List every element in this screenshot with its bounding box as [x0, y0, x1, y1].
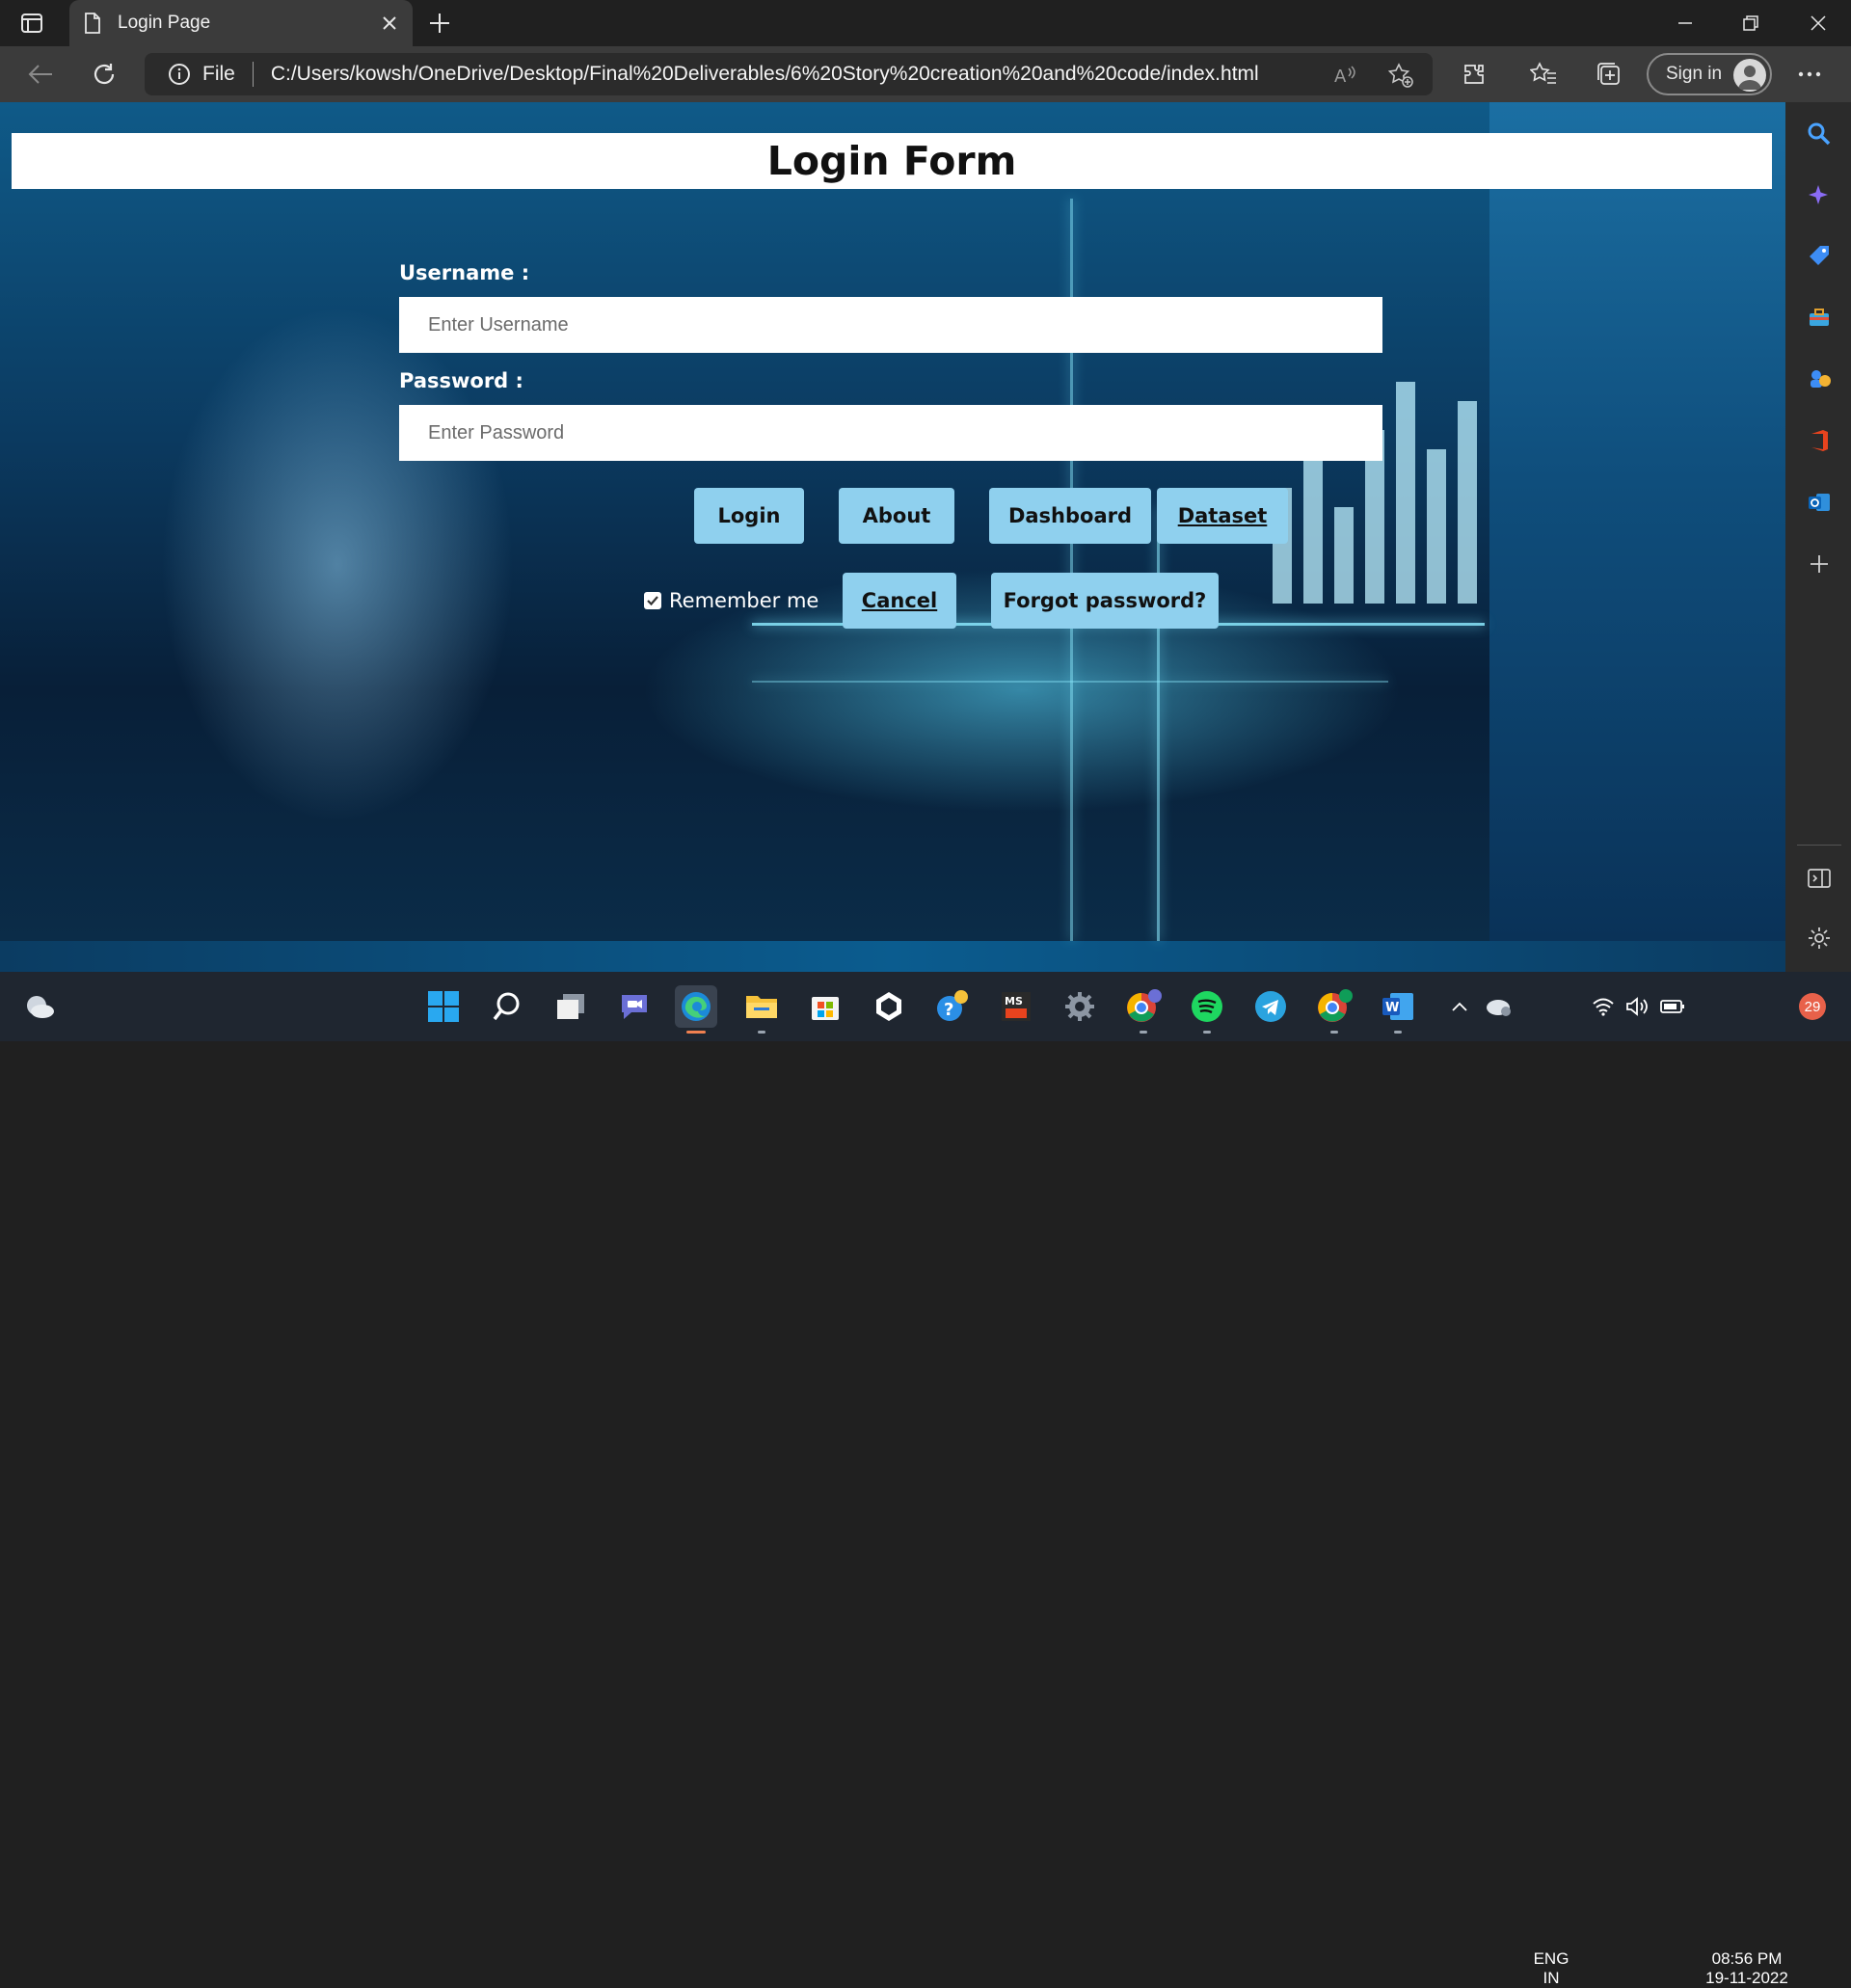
app-logo-icon[interactable] — [868, 985, 910, 1028]
username-input[interactable] — [399, 297, 1382, 353]
running-indicator — [1140, 1031, 1147, 1034]
chrome-profile-icon[interactable] — [1122, 985, 1165, 1034]
weather-icon[interactable] — [19, 985, 62, 1028]
sign-in-button[interactable]: Sign in — [1647, 53, 1772, 95]
office-icon[interactable] — [1805, 426, 1834, 455]
background-bottom-strip — [0, 941, 1785, 972]
onedrive-icon[interactable] — [1481, 985, 1517, 1028]
clock-date: 19-11-2022 — [1705, 1969, 1788, 1987]
address-scheme: File — [202, 63, 235, 85]
header-band: Login Form — [12, 133, 1772, 189]
add-icon[interactable] — [1805, 550, 1834, 578]
teams-chat-icon[interactable] — [613, 985, 656, 1028]
language-indicator[interactable]: ENG IN — [1525, 1949, 1577, 1988]
sign-in-label: Sign in — [1666, 64, 1723, 84]
windows-taskbar: ? MS W ENG IN 08:56 PM 19-11-2022 — [0, 972, 1851, 1987]
file-explorer-icon[interactable] — [740, 985, 783, 1034]
minimize-icon[interactable] — [1656, 0, 1714, 46]
tab-bar: Login Page — [0, 0, 1851, 46]
notification-badge[interactable]: 29 — [1799, 993, 1826, 1020]
edge-sidebar — [1785, 102, 1851, 972]
outlook-icon[interactable] — [1805, 488, 1834, 517]
sparkle-icon[interactable] — [1805, 181, 1834, 210]
running-indicator — [1394, 1031, 1402, 1034]
battery-icon[interactable] — [1658, 985, 1687, 1028]
profile-avatar-icon — [1733, 59, 1766, 92]
taskbar-search-icon[interactable] — [486, 985, 528, 1028]
back-arrow-icon[interactable] — [23, 58, 58, 91]
svg-text:MS: MS — [1005, 995, 1023, 1007]
start-icon[interactable] — [422, 985, 465, 1028]
edge-browser-icon[interactable] — [675, 985, 717, 1034]
favorites-icon[interactable] — [1529, 60, 1558, 89]
close-tab-icon[interactable] — [380, 13, 399, 33]
shopping-tag-icon[interactable] — [1805, 241, 1834, 270]
clock[interactable]: 08:56 PM 19-11-2022 — [1699, 1949, 1795, 1988]
dataset-link[interactable]: Dataset — [1157, 488, 1288, 544]
password-input[interactable] — [399, 405, 1382, 461]
volume-icon[interactable] — [1623, 985, 1652, 1028]
task-view-icon[interactable] — [550, 985, 592, 1028]
tab-title: Login Page — [118, 13, 211, 33]
region-code: IN — [1542, 1969, 1560, 1987]
username-label: Username : — [399, 261, 530, 284]
tray-chevron-up-icon[interactable] — [1446, 985, 1473, 1028]
search-icon[interactable] — [1805, 120, 1834, 148]
svg-text:?: ? — [944, 1000, 953, 1020]
decorative-bar-chart — [1273, 334, 1494, 604]
tools-icon[interactable] — [1805, 303, 1834, 332]
password-label: Password : — [399, 369, 523, 392]
dashboard-button[interactable]: Dashboard — [989, 488, 1151, 544]
language-code: ENG — [1533, 1949, 1569, 1968]
add-favorite-icon[interactable] — [1388, 63, 1413, 88]
collections-icon[interactable] — [1595, 60, 1623, 89]
extensions-icon[interactable] — [1460, 60, 1489, 89]
games-icon[interactable] — [1805, 364, 1834, 393]
new-tab-icon[interactable] — [426, 10, 455, 37]
active-indicator — [686, 1031, 706, 1034]
settings-gear-icon[interactable] — [1805, 924, 1834, 953]
sidebar-toggle-icon[interactable] — [1805, 864, 1834, 893]
running-indicator — [1330, 1031, 1338, 1034]
spotify-icon[interactable] — [1186, 985, 1228, 1034]
address-url[interactable]: C:/Users/kowsh/OneDrive/Desktop/Final%20… — [271, 63, 1259, 86]
hud-line — [752, 681, 1388, 683]
help-icon[interactable]: ? — [931, 985, 974, 1028]
remember-checkbox[interactable] — [644, 592, 661, 609]
page-viewport: Login Form Username : Password : Login A… — [0, 102, 1785, 972]
cancel-button[interactable]: Cancel — [843, 573, 956, 629]
telegram-icon[interactable] — [1249, 985, 1292, 1028]
document-icon — [85, 13, 100, 34]
sidebar-divider — [1797, 845, 1841, 846]
remember-me[interactable]: Remember me — [644, 589, 818, 612]
forgot-password-button[interactable]: Forgot password? — [991, 573, 1219, 629]
read-aloud-icon[interactable]: A — [1332, 63, 1357, 88]
wifi-icon[interactable] — [1589, 985, 1618, 1028]
restore-icon[interactable] — [1722, 0, 1780, 46]
login-button[interactable]: Login — [694, 488, 804, 544]
ms-ita-icon[interactable]: MS — [995, 985, 1037, 1028]
tab-actions-icon[interactable] — [17, 10, 46, 37]
running-indicator — [1203, 1031, 1211, 1034]
chrome-profile-icon-2[interactable] — [1313, 985, 1355, 1034]
info-icon[interactable] — [168, 63, 191, 86]
remember-label: Remember me — [669, 589, 819, 612]
svg-text:W: W — [1385, 1001, 1399, 1015]
background-image-right — [1489, 102, 1785, 941]
word-icon[interactable]: W — [1377, 985, 1419, 1034]
page-title: Login Form — [766, 138, 1017, 184]
more-options-icon[interactable] — [1795, 60, 1824, 89]
settings-app-icon[interactable] — [1059, 985, 1101, 1028]
close-window-icon[interactable] — [1789, 0, 1847, 46]
clock-time: 08:56 PM — [1711, 1949, 1783, 1968]
about-button[interactable]: About — [839, 488, 954, 544]
address-separator — [252, 62, 254, 87]
svg-text:A: A — [1334, 67, 1347, 87]
running-indicator — [758, 1031, 765, 1034]
microsoft-store-icon[interactable] — [804, 985, 846, 1028]
tab-login-page[interactable]: Login Page — [69, 0, 413, 46]
refresh-icon[interactable] — [87, 58, 121, 91]
address-bar[interactable]: File C:/Users/kowsh/OneDrive/Desktop/Fin… — [145, 53, 1433, 95]
browser-toolbar: File C:/Users/kowsh/OneDrive/Desktop/Fin… — [0, 46, 1851, 102]
